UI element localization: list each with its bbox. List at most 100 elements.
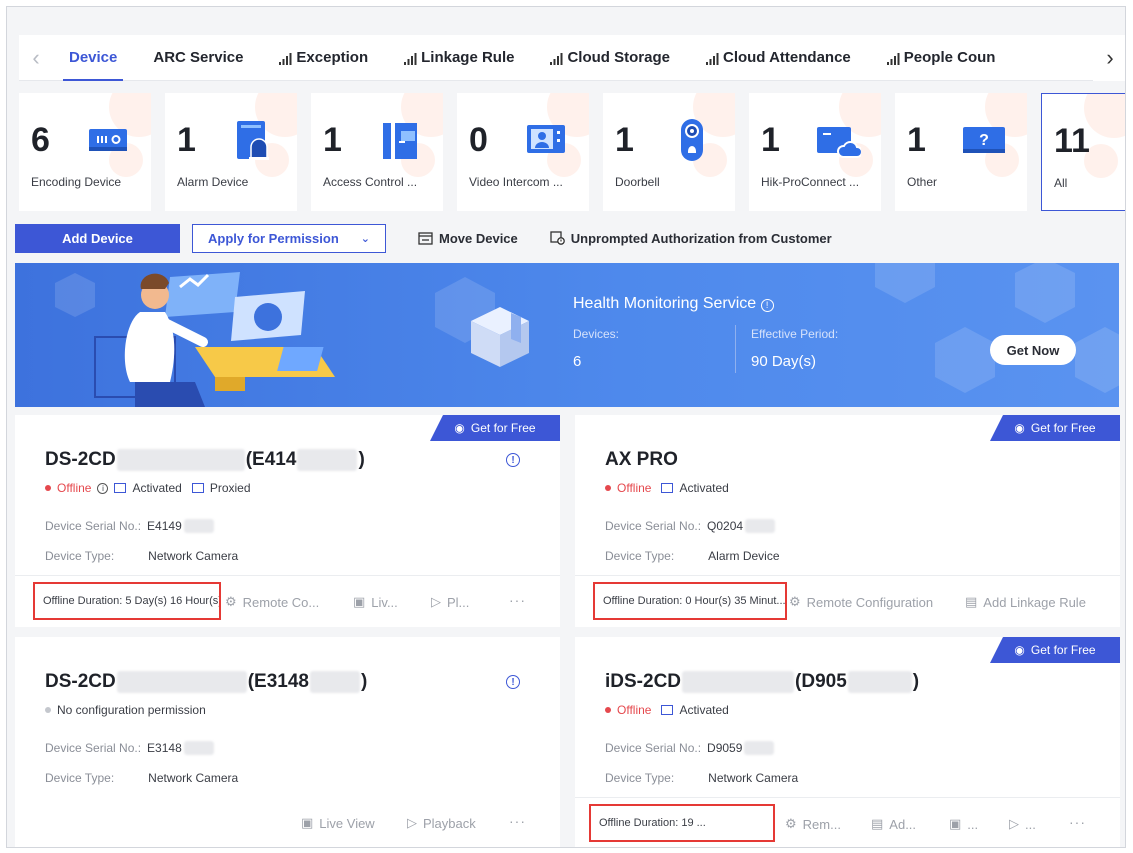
chevron-right-icon[interactable]: ›	[1093, 35, 1125, 81]
info-icon[interactable]: !	[760, 299, 774, 312]
authorization-icon	[550, 231, 565, 245]
category-alarm-device[interactable]: 1 Alarm Device	[165, 93, 297, 211]
device-card[interactable]: DS-2CD (E3148) ! No configuration permiss…	[15, 637, 560, 847]
get-for-free-badge[interactable]: ◉ Get for Free	[990, 415, 1120, 441]
category-encoding-device[interactable]: 6 Encoding Device	[19, 93, 151, 211]
category-doorbell[interactable]: 1 Doorbell	[603, 93, 735, 211]
live-view-button[interactable]: ▣ Live View	[301, 815, 375, 831]
category-other[interactable]: 1 ? Other	[895, 93, 1027, 211]
devices-value: 6	[573, 353, 582, 370]
unprompted-authorization-button[interactable]: Unprompted Authorization from Customer	[550, 231, 832, 246]
tab-cloud-storage[interactable]: Cloud Storage	[534, 35, 686, 81]
gear-icon: ⚙	[225, 594, 237, 609]
device-category-list: 6 Encoding Device 1 Alarm Device 1 Acces…	[19, 93, 1125, 211]
more-icon[interactable]: ···	[1069, 814, 1086, 830]
move-device-icon	[418, 231, 433, 245]
device-type-field: Device Type: Network Camera	[45, 549, 239, 563]
signal-icon	[705, 52, 719, 65]
door-icon	[383, 123, 417, 159]
card-footer: Offline Duration: 19 ... ⚙ Rem... ▤ Ad... …	[575, 797, 1120, 847]
gear-icon: ⚙	[789, 594, 801, 609]
tab-cloud-attendance[interactable]: Cloud Attendance	[690, 35, 867, 81]
play-icon: ▷	[1009, 816, 1019, 831]
info-icon[interactable]: !	[506, 453, 520, 467]
device-card[interactable]: ◉ Get for Free DS-2CD (E414) ! Offline i A…	[15, 415, 560, 627]
category-video-intercom[interactable]: 0 Video Intercom ...	[457, 93, 589, 211]
playback-button[interactable]: ▷ Pl...	[431, 594, 469, 610]
linkage-icon: ▤	[871, 816, 884, 831]
signal-icon	[550, 52, 563, 65]
gift-icon: ◉	[454, 421, 465, 435]
more-icon[interactable]: ···	[509, 592, 526, 608]
serial-field: Device Serial No.: Q0204	[605, 519, 776, 533]
remote-config-button[interactable]: ⚙ Remote Co...	[225, 594, 319, 610]
device-name: AX PRO	[605, 449, 678, 470]
add-device-button[interactable]: Add Device	[15, 223, 180, 253]
playback-button[interactable]: ▷...	[1009, 816, 1036, 832]
video-icon: ▣	[949, 816, 962, 831]
device-card[interactable]: ◉ Get for Free AX PRO Offline Activated D…	[575, 415, 1120, 627]
devices-label: Devices:	[573, 327, 620, 341]
device-name: DS-2CD (E414)	[45, 449, 365, 471]
nvr-icon	[89, 129, 127, 151]
category-count: 11	[1054, 122, 1090, 160]
tab-arc-service[interactable]: ARC Service	[137, 35, 259, 81]
get-now-button[interactable]: Get Now	[990, 335, 1076, 365]
activated-icon	[661, 483, 674, 493]
category-count: 6	[31, 121, 50, 159]
svg-text:?: ?	[979, 132, 989, 149]
device-type-field: Device Type: Network Camera	[605, 771, 799, 785]
category-count: 1	[177, 121, 196, 159]
device-card[interactable]: ◉ Get for Free iDS-2CD (D905) Offline Acti…	[575, 637, 1120, 847]
offline-duration: Offline Duration: 5 Day(s) 16 Hour(s)...	[33, 582, 221, 620]
device-status: Offline Activated	[605, 703, 729, 717]
device-page: ‹ Device ARC Service Exception Linkage R…	[6, 6, 1126, 848]
person-illustration	[94, 272, 335, 407]
get-for-free-badge[interactable]: ◉ Get for Free	[430, 415, 560, 441]
add-linkage-rule-button[interactable]: ▤ Ad...	[871, 816, 916, 832]
tab-device[interactable]: Device	[53, 35, 133, 81]
category-label: Hik-ProConnect ...	[761, 175, 860, 189]
banner-title: Health Monitoring Service !	[573, 295, 774, 313]
video-icon: ▣	[301, 815, 314, 830]
more-icon[interactable]: ···	[509, 813, 526, 829]
question-device-icon: ?	[963, 127, 1005, 153]
apply-permission-dropdown[interactable]: Apply for Permission ⌄	[192, 223, 386, 253]
play-icon: ▷	[431, 594, 441, 609]
tab-people-counting[interactable]: People Coun	[871, 35, 1012, 81]
action-bar: Add Device Apply for Permission ⌄ Move D…	[15, 223, 832, 253]
category-all[interactable]: 11 All	[1041, 93, 1125, 211]
move-device-button[interactable]: Move Device	[418, 231, 518, 246]
card-footer: Offline Duration: 5 Day(s) 16 Hour(s)...…	[15, 575, 560, 627]
health-monitoring-banner: Health Monitoring Service ! Devices: 6 E…	[15, 263, 1119, 407]
play-icon: ▷	[407, 815, 417, 830]
chevron-left-icon[interactable]: ‹	[19, 35, 53, 81]
live-view-button[interactable]: ▣ Liv...	[353, 594, 398, 610]
device-status: No configuration permission	[45, 703, 206, 717]
category-label: Doorbell	[615, 175, 660, 189]
serial-field: Device Serial No.: E4149	[45, 519, 215, 533]
doorbell-icon	[681, 119, 703, 161]
tab-exception[interactable]: Exception	[263, 35, 384, 81]
intercom-icon	[527, 125, 565, 153]
category-hik-proconnect[interactable]: 1 Hik-ProConnect ...	[749, 93, 881, 211]
remote-config-button[interactable]: ⚙ Rem...	[785, 816, 841, 832]
device-status: Offline Activated	[605, 481, 729, 495]
get-for-free-badge[interactable]: ◉ Get for Free	[990, 637, 1120, 663]
serial-field: Device Serial No.: E3148	[45, 741, 215, 755]
device-type-field: Device Type: Alarm Device	[605, 549, 780, 563]
live-view-button[interactable]: ▣...	[949, 816, 978, 832]
add-linkage-rule-button[interactable]: ▤ Add Linkage Rule	[965, 594, 1086, 610]
info-icon[interactable]: !	[506, 675, 520, 689]
device-name: DS-2CD (E3148)	[45, 671, 368, 693]
playback-button[interactable]: ▷ Playback	[407, 815, 476, 831]
gift-icon: ◉	[1014, 421, 1025, 435]
remote-config-button[interactable]: ⚙ Remote Configuration	[789, 594, 933, 610]
device-name: iDS-2CD (D905)	[605, 671, 920, 693]
tab-linkage-rule[interactable]: Linkage Rule	[388, 35, 530, 81]
cloud-device-icon	[817, 127, 861, 158]
info-icon[interactable]: i	[97, 482, 109, 494]
period-label: Effective Period:	[751, 327, 839, 341]
card-footer: ▣ Live View ▷ Playback ···	[15, 797, 560, 847]
category-access-control[interactable]: 1 Access Control ...	[311, 93, 443, 211]
